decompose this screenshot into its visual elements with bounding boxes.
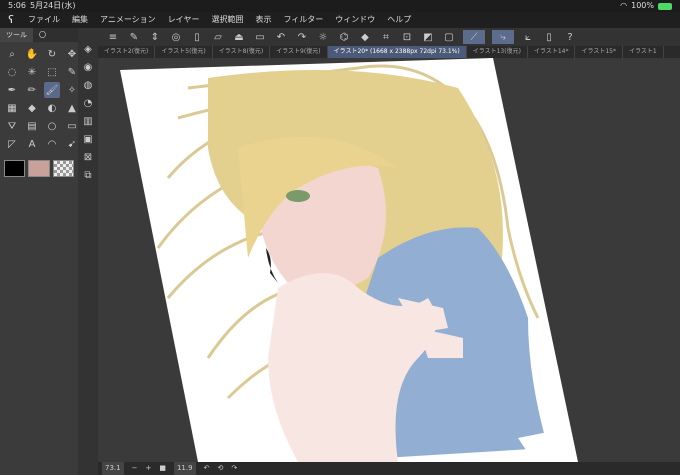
- battery-icon: [658, 2, 672, 10]
- rotate-icon[interactable]: ↻: [44, 46, 60, 62]
- menu-file[interactable]: ファイル: [22, 12, 66, 28]
- wifi-icon: ◠: [620, 1, 628, 10]
- eye: [286, 190, 310, 202]
- bottom-bar: 73.1 − + ■ 11.9 ↶ ⟲ ↷: [98, 462, 680, 475]
- subview-icon[interactable]: ⊠: [81, 150, 95, 164]
- angle-value[interactable]: 11.9: [173, 462, 196, 475]
- document-tab[interactable]: イラスト13(復元): [467, 46, 528, 58]
- status-date: 5月24日(水): [30, 1, 76, 10]
- invert-icon[interactable]: ◩: [421, 30, 435, 44]
- deselect-icon[interactable]: ⊡: [400, 30, 414, 44]
- brush-icon[interactable]: 🖌: [44, 82, 60, 98]
- blend-icon[interactable]: ◐: [44, 100, 60, 116]
- rotate-left-icon[interactable]: ↶: [204, 462, 210, 475]
- document-tab-active[interactable]: イラスト20* (1668 x 2388px 72dpi 73.1%): [327, 46, 467, 58]
- ruler-icon[interactable]: ◸: [4, 136, 20, 152]
- stroke-mode-1-icon[interactable]: ⟋: [463, 30, 485, 44]
- layers-stack-icon[interactable]: ⧉: [81, 168, 95, 182]
- color-wheel-icon[interactable]: ◍: [81, 78, 95, 92]
- lasso-icon[interactable]: ◌: [4, 64, 20, 80]
- tool-palette-tabs: ツール 〇: [0, 28, 78, 42]
- fill-icon-top[interactable]: ◆: [358, 30, 372, 44]
- menu-filter[interactable]: フィルター: [277, 12, 329, 28]
- hand-icon[interactable]: ✋: [24, 46, 40, 62]
- save-icon[interactable]: ▭: [253, 30, 267, 44]
- menu-layer[interactable]: レイヤー: [162, 12, 206, 28]
- transparent-color-swatch[interactable]: [52, 160, 74, 177]
- gradient-icon[interactable]: ▤: [24, 118, 40, 134]
- balloon-icon[interactable]: ◠: [44, 136, 60, 152]
- document-tab[interactable]: イラスト1: [623, 46, 664, 58]
- status-time: 5:06: [8, 1, 26, 10]
- canvas-area[interactable]: [98, 58, 680, 462]
- magic-wand-icon[interactable]: ✳: [24, 64, 40, 80]
- tool-grid: ⌕ ✋ ↻ ✥ ◌ ✳ ⬚ ✎ ✒ ✏ 🖌 ✧ ▦ ◆ ◐ ▲ ⛛ ▤ ○ ▭ …: [0, 42, 78, 156]
- zoom-minus-icon[interactable]: −: [132, 462, 138, 475]
- open-icon[interactable]: ▱: [211, 30, 225, 44]
- export-icon[interactable]: ⏏: [232, 30, 246, 44]
- transform-icon[interactable]: ⌗: [379, 30, 393, 44]
- loading-icon[interactable]: ☼: [316, 30, 330, 44]
- menu-help[interactable]: ヘルプ: [381, 12, 417, 28]
- sub-color-swatch[interactable]: [28, 160, 50, 177]
- help-icon[interactable]: ?: [563, 30, 577, 44]
- pencil-icon[interactable]: ✏: [24, 82, 40, 98]
- color-swatches: [0, 156, 78, 181]
- figure-icon[interactable]: ○: [44, 118, 60, 134]
- document-tab[interactable]: イラスト5(復元): [155, 46, 213, 58]
- zoom-plus-icon[interactable]: +: [145, 462, 151, 475]
- menu-icon[interactable]: ≡: [106, 30, 120, 44]
- clear-icon[interactable]: ⌬: [337, 30, 351, 44]
- menu-view[interactable]: 表示: [249, 12, 277, 28]
- stroke-mode-3-icon[interactable]: ⟀: [521, 30, 535, 44]
- document-tabs: イラスト2(復元) イラスト5(復元) イラスト8(復元) イラスト9(復元) …: [98, 46, 680, 58]
- history-icon[interactable]: ◔: [81, 96, 95, 110]
- document-tab[interactable]: イラスト2(復元): [98, 46, 156, 58]
- fit-icon[interactable]: ■: [159, 462, 166, 475]
- menu-bar: ʕ ファイル 編集 アニメーション レイヤー 選択範囲 表示 フィルター ウィン…: [0, 12, 680, 28]
- battery-label: 100%: [631, 1, 654, 10]
- layer-icon[interactable]: ◈: [81, 42, 95, 56]
- command-bar: ≡ ✎ ⇕ ◎ ▯ ▱ ⏏ ▭ ↶ ↷ ☼ ⌬ ◆ ⌗ ⊡ ◩ ▢ ⟋ ⤷ ⟀ …: [98, 28, 680, 46]
- stepper-icon[interactable]: ⇕: [148, 30, 162, 44]
- menu-animation[interactable]: アニメーション: [94, 12, 162, 28]
- undo-icon[interactable]: ↶: [274, 30, 288, 44]
- tab-tools[interactable]: ツール: [0, 28, 33, 42]
- document-tab[interactable]: イラスト15*: [575, 46, 623, 58]
- zoom-icon[interactable]: ⌕: [4, 46, 20, 62]
- vertical-command-bar: ◈ ◉ ◍ ◔ ▥ ▣ ⊠ ⧉: [78, 28, 98, 475]
- document-tab[interactable]: イラスト8(復元): [213, 46, 271, 58]
- hide-icon[interactable]: ▢: [442, 30, 456, 44]
- device-icon[interactable]: ▯: [542, 30, 556, 44]
- tool-palette: ツール 〇 ⌕ ✋ ↻ ✥ ◌ ✳ ⬚ ✎ ✒ ✏ 🖌 ✧ ▦ ◆ ◐ ▲ ⛛ …: [0, 28, 78, 475]
- bucket-icon[interactable]: ⛛: [4, 118, 20, 134]
- eraser-icon[interactable]: ◆: [24, 100, 40, 116]
- decoration-icon[interactable]: ▦: [4, 100, 20, 116]
- pen-icon[interactable]: ✒: [4, 82, 20, 98]
- zoom-value[interactable]: 73.1: [102, 462, 124, 475]
- menu-edit[interactable]: 編集: [66, 12, 94, 28]
- new-file-icon[interactable]: ▯: [190, 30, 204, 44]
- brush-size-icon[interactable]: ◉: [81, 60, 95, 74]
- document-tab[interactable]: イラスト14*: [528, 46, 576, 58]
- main-color-swatch[interactable]: [4, 160, 26, 177]
- app-logo-icon[interactable]: ʕ: [0, 12, 22, 28]
- select-icon[interactable]: ⬚: [44, 64, 60, 80]
- edit-icon[interactable]: ✎: [127, 30, 141, 44]
- preview-icon[interactable]: ◎: [169, 30, 183, 44]
- material-icon[interactable]: ▣: [81, 132, 95, 146]
- tab-other[interactable]: 〇: [33, 28, 52, 42]
- illustration-canvas[interactable]: [98, 58, 680, 462]
- text-icon[interactable]: A: [24, 136, 40, 152]
- navigator-icon[interactable]: ▥: [81, 114, 95, 128]
- status-right: ◠ 100%: [620, 0, 672, 12]
- menu-window[interactable]: ウィンドウ: [329, 12, 381, 28]
- menu-selection[interactable]: 選択範囲: [205, 12, 249, 28]
- stroke-mode-2-icon[interactable]: ⤷: [492, 30, 514, 44]
- redo-icon[interactable]: ↷: [295, 30, 309, 44]
- document-tab[interactable]: イラスト9(復元): [270, 46, 328, 58]
- status-bar: 5:06 5月24日(水) ◠ 100%: [0, 0, 680, 12]
- rotate-right-icon[interactable]: ↷: [231, 462, 237, 475]
- reset-rotate-icon[interactable]: ⟲: [217, 462, 223, 475]
